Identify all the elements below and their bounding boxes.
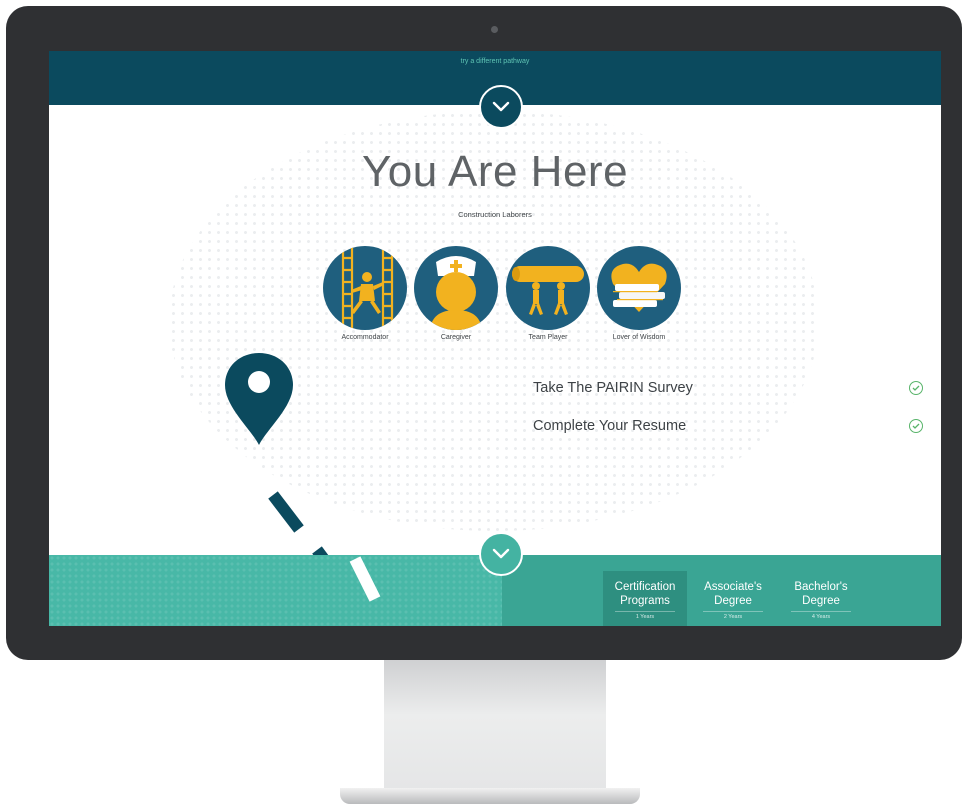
- nurse-icon: [414, 246, 498, 330]
- programs-panel: Certification Programs 1 Years Associate'…: [502, 555, 941, 626]
- chevron-down-icon: [492, 548, 510, 559]
- trait-lover-of-wisdom[interactable]: Lover of Wisdom: [597, 246, 681, 341]
- heart-books-icon: [597, 246, 681, 330]
- program-certification[interactable]: Certification Programs 1 Years: [603, 571, 687, 626]
- monitor-base: [340, 788, 640, 804]
- monitor-frame: try a different pathway You Are Here Con…: [6, 6, 962, 660]
- page-title: You Are Here: [361, 147, 629, 196]
- task-pairin-survey[interactable]: Take The PAIRIN Survey: [533, 380, 693, 396]
- check-circle-icon: [909, 381, 923, 395]
- ladder-climber-icon: [323, 246, 407, 330]
- location-pin-icon: [225, 353, 293, 445]
- scroll-down-button[interactable]: [479, 532, 523, 576]
- trait-accommodator[interactable]: Accommodator: [323, 246, 407, 341]
- chevron-down-icon: [492, 101, 510, 112]
- team-carry-icon: [506, 246, 590, 330]
- monitor-stand: [384, 660, 606, 798]
- try-different-pathway-link[interactable]: try a different pathway: [49, 58, 941, 65]
- scroll-up-button[interactable]: [479, 85, 523, 129]
- trait-label: Caregiver: [440, 334, 472, 341]
- program-bachelors[interactable]: Bachelor's Degree 4 Years: [779, 571, 863, 626]
- program-associates[interactable]: Associate's Degree 2 Years: [691, 571, 775, 626]
- task-complete-resume[interactable]: Complete Your Resume: [533, 418, 686, 434]
- camera-dot: [491, 26, 498, 33]
- trait-label: Lover of Wisdom: [612, 334, 666, 341]
- check-circle-icon: [909, 419, 923, 433]
- occupation-label: Construction Laborers: [458, 210, 532, 219]
- trait-label: Accommodator: [341, 334, 389, 341]
- trait-label: Team Player: [528, 334, 568, 341]
- trait-caregiver[interactable]: Caregiver: [414, 246, 498, 341]
- trait-team-player[interactable]: Team Player: [506, 246, 590, 341]
- screen: try a different pathway You Are Here Con…: [49, 51, 941, 626]
